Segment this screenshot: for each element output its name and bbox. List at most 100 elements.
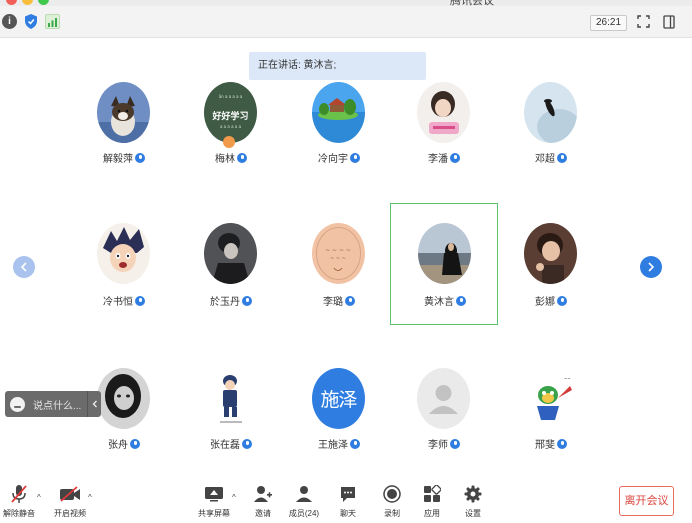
microphone-icon: [450, 153, 460, 163]
invite-button[interactable]: 邀请: [243, 484, 283, 519]
microphone-icon: [242, 439, 252, 449]
quick-chat-box[interactable]: 说点什么...: [5, 391, 101, 417]
svg-text:~ ~ ~: ~ ~ ~: [330, 256, 346, 262]
side-panel-icon[interactable]: [661, 14, 676, 29]
microphone-icon: [135, 296, 145, 306]
record-icon: [381, 484, 403, 504]
avatar: [418, 223, 471, 284]
avatar: [97, 223, 150, 284]
chevron-right-icon: [648, 262, 655, 272]
microphone-icon: [557, 439, 567, 449]
unmute-button[interactable]: 解除静音: [0, 484, 39, 519]
share-screen-icon: [203, 484, 225, 504]
leave-meeting-button[interactable]: 离开会议: [619, 486, 674, 516]
microphone-icon: [557, 153, 567, 163]
avatar: [97, 368, 150, 429]
participant-name: 黄沐言: [391, 293, 499, 308]
camera-off-icon: [59, 484, 81, 504]
shield-icon[interactable]: [23, 14, 38, 29]
audio-options-caret-icon[interactable]: ^: [37, 493, 41, 502]
add-user-icon: [252, 484, 274, 504]
participant-tile[interactable]: 施泽 王施泽: [285, 362, 393, 484]
microphone-icon: [350, 153, 360, 163]
participant-tile[interactable]: ~~ 邢斐: [497, 362, 605, 484]
avatar: [97, 82, 150, 143]
avatar: [417, 82, 470, 143]
svg-text:a a a a a a: a a a a a a: [220, 124, 242, 129]
participant-tile[interactable]: ~ ~ ~ ~ ~ ~ ~ 李璐: [285, 203, 393, 325]
chevron-left-icon: [92, 400, 97, 408]
minimize-window-button[interactable]: [22, 0, 33, 5]
participant-name: 王施泽: [285, 436, 393, 451]
participant-name: 张在磊: [177, 436, 285, 451]
avatar-text: 施泽: [320, 390, 357, 411]
info-icon[interactable]: i: [2, 14, 17, 29]
svg-text:~ ~ ~ ~: ~ ~ ~ ~: [325, 247, 351, 254]
start-video-button[interactable]: 开启视频: [50, 484, 90, 519]
members-icon: [293, 484, 315, 504]
meeting-top-bar: i 26:21: [0, 6, 692, 38]
chat-input[interactable]: 说点什么...: [33, 397, 87, 412]
collapse-chat-button[interactable]: [87, 391, 101, 417]
fullscreen-icon[interactable]: [636, 14, 651, 29]
participant-name: 李师: [390, 436, 498, 451]
share-options-caret-icon[interactable]: ^: [232, 493, 236, 502]
emoji-icon[interactable]: [10, 396, 25, 412]
participant-tile-active-speaker[interactable]: 黄沐言: [390, 203, 498, 325]
participant-name: 邓超: [497, 150, 605, 165]
participant-tile[interactable]: 彭娜: [497, 203, 605, 325]
avatar: ān a a a a a 好好学习 a a a a a a: [204, 82, 257, 143]
participant-name: 李潘: [390, 150, 498, 165]
meeting-toolbar: 解除静音 ^ 开启视频 ^ 共享屏幕 ^ 邀请 成员(24) 聊天 录制 应用 …: [0, 478, 692, 523]
participant-tile[interactable]: 张舟: [70, 362, 178, 484]
network-signal-icon[interactable]: [45, 14, 60, 29]
chat-button[interactable]: 聊天: [328, 484, 368, 519]
participant-name: 冷书恒: [70, 293, 178, 308]
previous-page-button[interactable]: [13, 256, 35, 278]
participant-name: 解毅萍: [70, 150, 178, 165]
next-page-button[interactable]: [640, 256, 662, 278]
participant-name: 邢斐: [497, 436, 605, 451]
microphone-icon: [242, 296, 252, 306]
microphone-icon: [237, 153, 247, 163]
participant-tile[interactable]: 邓超: [497, 76, 605, 198]
apps-button[interactable]: 应用: [412, 484, 452, 519]
meeting-timer: 26:21: [590, 15, 627, 31]
participant-tile[interactable]: 李潘: [390, 76, 498, 198]
microphone-icon: [557, 296, 567, 306]
avatar: 施泽: [312, 368, 365, 429]
participant-tile[interactable]: 解毅萍: [70, 76, 178, 198]
participant-name: 於玉丹: [177, 293, 285, 308]
share-screen-button[interactable]: 共享屏幕: [194, 484, 234, 519]
participant-name: 梅林: [177, 150, 285, 165]
avatar: [204, 368, 257, 429]
avatar: [417, 368, 470, 429]
avatar: [524, 223, 577, 284]
avatar: ~ ~ ~ ~ ~ ~ ~: [312, 223, 365, 284]
participant-tile[interactable]: 冷书恒: [70, 203, 178, 325]
participant-name: 冷向宇: [285, 150, 393, 165]
members-button[interactable]: 成员(24): [284, 484, 324, 519]
maximize-window-button[interactable]: [38, 0, 49, 5]
chat-bubble-icon: [337, 484, 359, 504]
participant-tile[interactable]: ān a a a a a 好好学习 a a a a a a 梅林: [177, 76, 285, 198]
participant-tile[interactable]: 李师: [390, 362, 498, 484]
video-options-caret-icon[interactable]: ^: [88, 493, 92, 502]
microphone-icon: [350, 439, 360, 449]
participant-tile[interactable]: 张在磊: [177, 362, 285, 484]
participant-tile[interactable]: 冷向宇: [285, 76, 393, 198]
avatar: ~~: [524, 368, 577, 429]
record-button[interactable]: 录制: [372, 484, 412, 519]
microphone-icon: [345, 296, 355, 306]
avatar: [204, 223, 257, 284]
svg-text:~~: ~~: [564, 376, 571, 381]
participant-tile[interactable]: 於玉丹: [177, 203, 285, 325]
apps-grid-icon: [421, 484, 443, 504]
host-badge-icon: [223, 136, 235, 148]
avatar: [312, 82, 365, 143]
participant-name: 张舟: [70, 436, 178, 451]
settings-button[interactable]: 设置: [453, 484, 493, 519]
microphone-muted-icon: [8, 484, 30, 504]
chevron-left-icon: [20, 262, 27, 272]
close-window-button[interactable]: [6, 0, 17, 5]
